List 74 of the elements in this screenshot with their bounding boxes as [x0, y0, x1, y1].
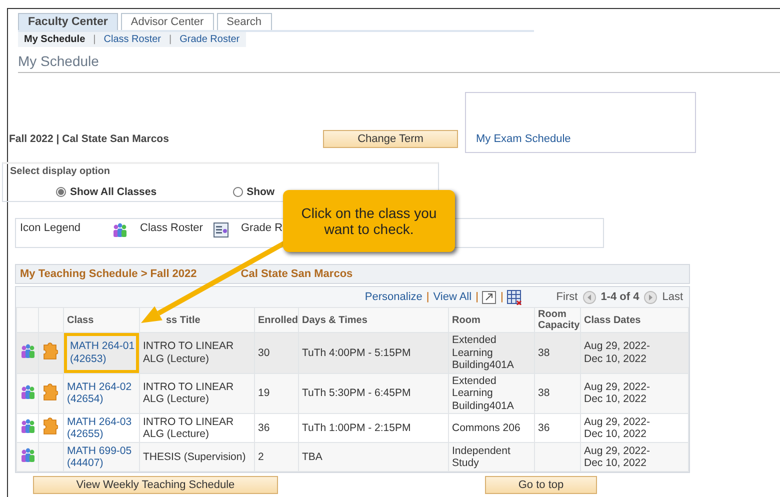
table-cell: 38	[534, 373, 580, 414]
table-cell: TuTh 4:00PM - 5:15PM	[298, 332, 448, 373]
separator: |	[93, 34, 96, 45]
weekly-schedule-button[interactable]: View Weekly Teaching Schedule	[33, 476, 278, 494]
last-link[interactable]: Last	[662, 291, 683, 303]
nav-link[interactable]: Class Roster	[104, 34, 161, 45]
grid-title: My Teaching Schedule > Fall 2022	[20, 268, 197, 280]
view-all-link[interactable]: View All	[433, 291, 472, 303]
grid-title: Cal State San Marcos	[240, 268, 353, 280]
zoom-icon[interactable]	[482, 290, 496, 304]
people-icon	[112, 222, 128, 238]
go-to-top-button[interactable]: Go to top	[485, 476, 597, 494]
class-link[interactable]: MATH 264-01 (42653)	[64, 332, 140, 373]
table-cell: 19	[254, 373, 298, 414]
page-range: 1-4 of 4	[600, 291, 640, 303]
people-icon	[20, 447, 36, 464]
first-link[interactable]: First	[556, 291, 578, 303]
table-cell: 30	[254, 332, 298, 373]
column-header: Room	[448, 308, 534, 332]
separator: |	[500, 291, 504, 303]
table-cell: 38	[534, 332, 580, 373]
previous-icon[interactable]	[582, 290, 596, 304]
option-label: Show All Classes	[70, 186, 157, 198]
legend-title: Icon Legend	[20, 222, 82, 234]
column-header: Enrolled	[254, 308, 298, 332]
people-icon	[20, 343, 36, 359]
nav-link[interactable]: Grade Roster	[180, 34, 240, 45]
separator: |	[426, 291, 430, 303]
separator: |	[476, 291, 478, 303]
legend-label: Grade R	[240, 222, 283, 234]
legend-label: Class Roster	[140, 222, 203, 234]
table-row[interactable]: MATH 264-01 (42653) INTRO TO LINEAR ALG (Lecture) 30 TuTh 4:00PM - 5:15PM Extended Learning Building401A 38 Aug 29, 2022- Dec 10, 2022	[16, 332, 688, 373]
page-title: My Schedule	[18, 53, 780, 73]
report-icon	[212, 222, 229, 238]
class-link[interactable]: MATH 699-05 (44407)	[64, 442, 140, 472]
table-cell: Extended Learning Building401A	[448, 332, 534, 373]
table-cell: INTRO TO LINEAR ALG (Lecture)	[140, 332, 254, 373]
class-link[interactable]: MATH 264-02 (42654)	[64, 373, 140, 414]
grid-icon[interactable]	[507, 290, 522, 304]
table-cell: TBA	[298, 442, 448, 472]
tab[interactable]: Advisor Center	[120, 13, 214, 30]
radio-button[interactable]	[56, 187, 66, 197]
exam-schedule-link[interactable]: My Exam Schedule	[476, 133, 571, 145]
separator: |	[169, 34, 172, 45]
tab[interactable]: Faculty Center	[18, 13, 118, 30]
next-icon[interactable]	[644, 290, 658, 304]
table-cell: TuTh 5:30PM - 6:45PM	[298, 373, 448, 414]
table-cell-text: Aug 29, 2022- Dec 10, 2022	[584, 444, 651, 470]
table-cell: INTRO TO LINEAR ALG (Lecture)	[140, 373, 254, 414]
section-title: Select display option	[10, 166, 112, 177]
people-icon	[20, 384, 36, 400]
table-cell-text: Aug 29, 2022- Dec 10, 2022	[584, 380, 651, 406]
column-header: Room Capacity	[534, 308, 580, 332]
table-row[interactable]: MATH 264-02 (42654) INTRO TO LINEAR ALG (Lecture) 19 TuTh 5:30PM - 6:45PM Extended Learning Building401A 38 Aug 29, 2022- Dec 10, 2022	[16, 373, 688, 414]
column-header: Days & Times	[298, 308, 448, 332]
callout-text: Click on the class you want to check.	[283, 190, 455, 252]
table-cell-text: Aug 29, 2022- Dec 10, 2022	[584, 340, 651, 366]
option-label: Show	[246, 186, 275, 198]
column-header: Class	[64, 308, 140, 332]
term-label: Fall 2022 | Cal State San Marcos	[9, 133, 169, 145]
table-cell: Independent Study	[448, 442, 534, 472]
radio-button[interactable]	[232, 187, 243, 197]
column-header: Class Dates	[580, 308, 688, 332]
table-cell: THESIS (Supervision)	[140, 442, 254, 472]
change-term-button[interactable]: Change Term	[323, 130, 458, 148]
personalize-link[interactable]: Personalize	[364, 291, 422, 303]
people-icon	[20, 418, 36, 434]
table-cell: Extended Learning Building401A	[448, 373, 534, 414]
table-row[interactable]: MATH 699-05 (44407) THESIS (Supervision) 2 TBA Independent Study Aug 29, 2022- Dec 10, 2022	[16, 442, 688, 472]
nav-link[interactable]: My Schedule	[24, 34, 86, 45]
table-cell: 2	[254, 442, 298, 472]
column-header: ss Title	[140, 308, 254, 332]
table-cell-text: Aug 29, 2022- Dec 10, 2022	[584, 416, 651, 440]
tab[interactable]: Search	[216, 13, 272, 30]
